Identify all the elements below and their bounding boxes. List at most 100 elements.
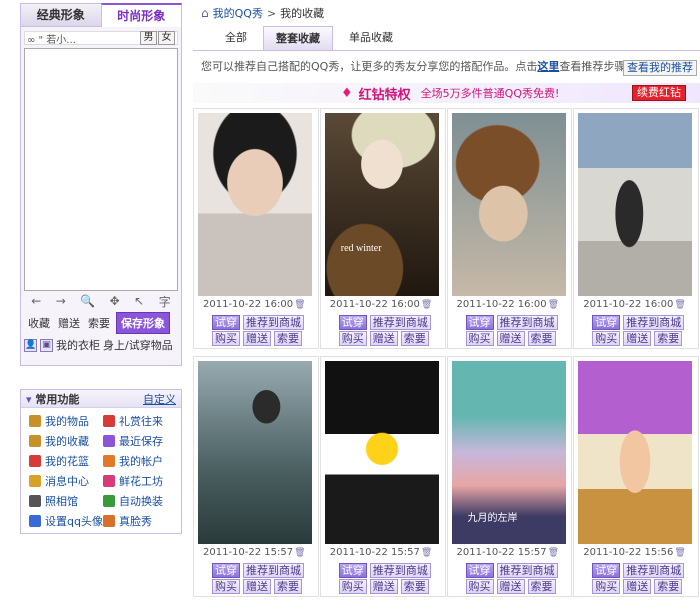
buy-button[interactable]: 购买 [592, 331, 621, 346]
photo-icon[interactable]: ▣ [40, 338, 53, 352]
trash-icon[interactable]: 🗑 [548, 300, 559, 310]
function-label: 我的帐户 [118, 454, 163, 468]
recommend-to-mall-button[interactable]: 推荐到商城 [369, 315, 431, 330]
common-function-item[interactable]: 礼赏往来 [102, 412, 175, 429]
buy-button[interactable]: 购买 [338, 579, 367, 594]
breadcrumb-home[interactable]: 我的QQ秀 [213, 5, 263, 21]
outfit-photo[interactable] [198, 113, 312, 296]
recommend-to-mall-button[interactable]: 推荐到商城 [243, 563, 304, 578]
gift-button[interactable]: 赠送 [243, 331, 271, 346]
try-on-button[interactable]: 试穿 [338, 315, 367, 330]
outfit-photo[interactable]: red winter [324, 113, 439, 296]
vip-title: 红钻特权 [358, 87, 411, 103]
trash-icon[interactable]: 🗑 [674, 300, 685, 310]
common-function-item[interactable]: 自动换装 [102, 492, 175, 509]
ask-button[interactable]: 索要 [274, 579, 302, 594]
gift-button[interactable]: 赠送 [623, 579, 652, 594]
ask-button[interactable]: 索要 [84, 315, 114, 331]
buy-button[interactable]: 购买 [465, 579, 494, 594]
zoom-icon[interactable]: 🔍 [80, 294, 95, 308]
outfit-photo[interactable] [578, 361, 693, 544]
pointer-icon[interactable]: ↖ [134, 294, 144, 308]
try-on-button[interactable]: 试穿 [338, 563, 367, 578]
trash-icon[interactable]: 🗑 [674, 548, 685, 558]
outfit-photo[interactable] [198, 361, 312, 544]
common-function-item[interactable]: 我的收藏 [29, 432, 103, 449]
recommend-to-mall-button[interactable]: 推荐到商城 [496, 315, 558, 330]
buy-button[interactable]: 购买 [465, 331, 494, 346]
function-icon [29, 494, 41, 507]
buy-button[interactable]: 购买 [212, 331, 240, 346]
tab-classic-avatar[interactable]: 经典形象 [20, 3, 101, 27]
outfit-photo[interactable]: 九月的左岸 [451, 361, 566, 544]
female-button[interactable]: 女 [158, 31, 175, 45]
try-on-button[interactable]: 试穿 [212, 563, 240, 578]
gift-button[interactable]: 赠送 [623, 331, 652, 346]
gift-button[interactable]: 赠送 [369, 331, 398, 346]
tab-all[interactable]: 全部 [213, 26, 259, 50]
recommend-to-mall-button[interactable]: 推荐到商城 [623, 563, 685, 578]
save-avatar-button[interactable]: 保存形象 [116, 312, 170, 334]
male-button[interactable]: 男 [140, 31, 157, 45]
customize-link[interactable]: 自定义 [143, 391, 176, 407]
tab-outfit-collection[interactable]: 整套收藏 [263, 26, 333, 50]
ask-button[interactable]: 索要 [654, 579, 683, 594]
gift-button[interactable]: 赠送 [496, 579, 525, 594]
recommend-to-mall-button[interactable]: 推荐到商城 [496, 563, 558, 578]
common-function-item[interactable]: 我的帐户 [102, 452, 175, 469]
my-closet-link[interactable]: 我的衣柜 [56, 337, 100, 353]
common-function-item[interactable]: 设置qq头像 [29, 512, 103, 529]
common-function-item[interactable]: 鲜花工坊 [102, 472, 175, 489]
person-icon[interactable]: 👤 [24, 338, 37, 352]
collect-button[interactable]: 收藏 [24, 315, 54, 331]
outfit-photo[interactable] [578, 113, 693, 296]
trash-icon[interactable]: 🗑 [421, 300, 432, 310]
outfit-photo[interactable] [451, 113, 566, 296]
recommend-to-mall-button[interactable]: 推荐到商城 [369, 563, 431, 578]
renew-vip-button[interactable]: 续费红钻 [632, 85, 686, 101]
forward-arrow-icon[interactable]: → [56, 294, 66, 308]
common-function-item[interactable]: 最近保存 [102, 432, 175, 449]
avatar-preview-panel: ∞ " 若小... 男 女 ← → 🔍 ✥ ↖ 字 收藏 赠送 索要 保存形象 … [20, 27, 182, 366]
ask-button[interactable]: 索要 [400, 331, 429, 346]
move-icon[interactable]: ✥ [110, 294, 120, 308]
ask-button[interactable]: 索要 [527, 579, 556, 594]
info-here-link[interactable]: 这里 [537, 58, 559, 74]
buy-button[interactable]: 购买 [212, 579, 240, 594]
gift-button[interactable]: 赠送 [369, 579, 398, 594]
trash-icon[interactable]: 🗑 [421, 548, 432, 558]
gift-button[interactable]: 赠送 [54, 315, 84, 331]
ask-button[interactable]: 索要 [527, 331, 556, 346]
try-on-button[interactable]: 试穿 [592, 315, 621, 330]
common-function-item[interactable]: 真脸秀 [102, 512, 175, 529]
back-arrow-icon[interactable]: ← [31, 294, 41, 308]
common-function-item[interactable]: 我的花篮 [29, 452, 103, 469]
gift-button[interactable]: 赠送 [496, 331, 525, 346]
common-function-item[interactable]: 消息中心 [29, 472, 103, 489]
try-on-button[interactable]: 试穿 [465, 563, 494, 578]
trash-icon[interactable]: 🗑 [294, 548, 305, 558]
ask-button[interactable]: 索要 [654, 331, 683, 346]
try-on-button[interactable]: 试穿 [592, 563, 621, 578]
view-my-recommend-button[interactable]: 查看我的推荐 [623, 60, 697, 76]
outfit-card: 2011-10-22 15:57 🗑 试穿 推荐到商城 购买 赠送 索要 [193, 356, 319, 597]
tab-item-collection[interactable]: 单品收藏 [337, 26, 405, 50]
common-function-item[interactable]: 照相馆 [29, 492, 103, 509]
buy-button[interactable]: 购买 [338, 331, 367, 346]
trash-icon[interactable]: 🗑 [548, 548, 559, 558]
tab-fashion-avatar[interactable]: 时尚形象 [100, 3, 182, 27]
recommend-to-mall-button[interactable]: 推荐到商城 [243, 315, 304, 330]
try-on-button[interactable]: 试穿 [465, 315, 494, 330]
ask-button[interactable]: 索要 [274, 331, 302, 346]
try-on-button[interactable]: 试穿 [212, 315, 240, 330]
recommend-to-mall-button[interactable]: 推荐到商城 [623, 315, 685, 330]
common-function-item[interactable]: 我的物品 [29, 412, 103, 429]
buy-button[interactable]: 购买 [592, 579, 621, 594]
trash-icon[interactable]: 🗑 [294, 300, 305, 310]
gift-button[interactable]: 赠送 [243, 579, 271, 594]
ask-button[interactable]: 索要 [400, 579, 429, 594]
home-icon[interactable]: ⌂ [201, 6, 209, 20]
tryon-items-link[interactable]: 身上/试穿物品 [103, 337, 173, 353]
text-icon[interactable]: 字 [159, 293, 171, 310]
outfit-photo[interactable] [324, 361, 439, 544]
